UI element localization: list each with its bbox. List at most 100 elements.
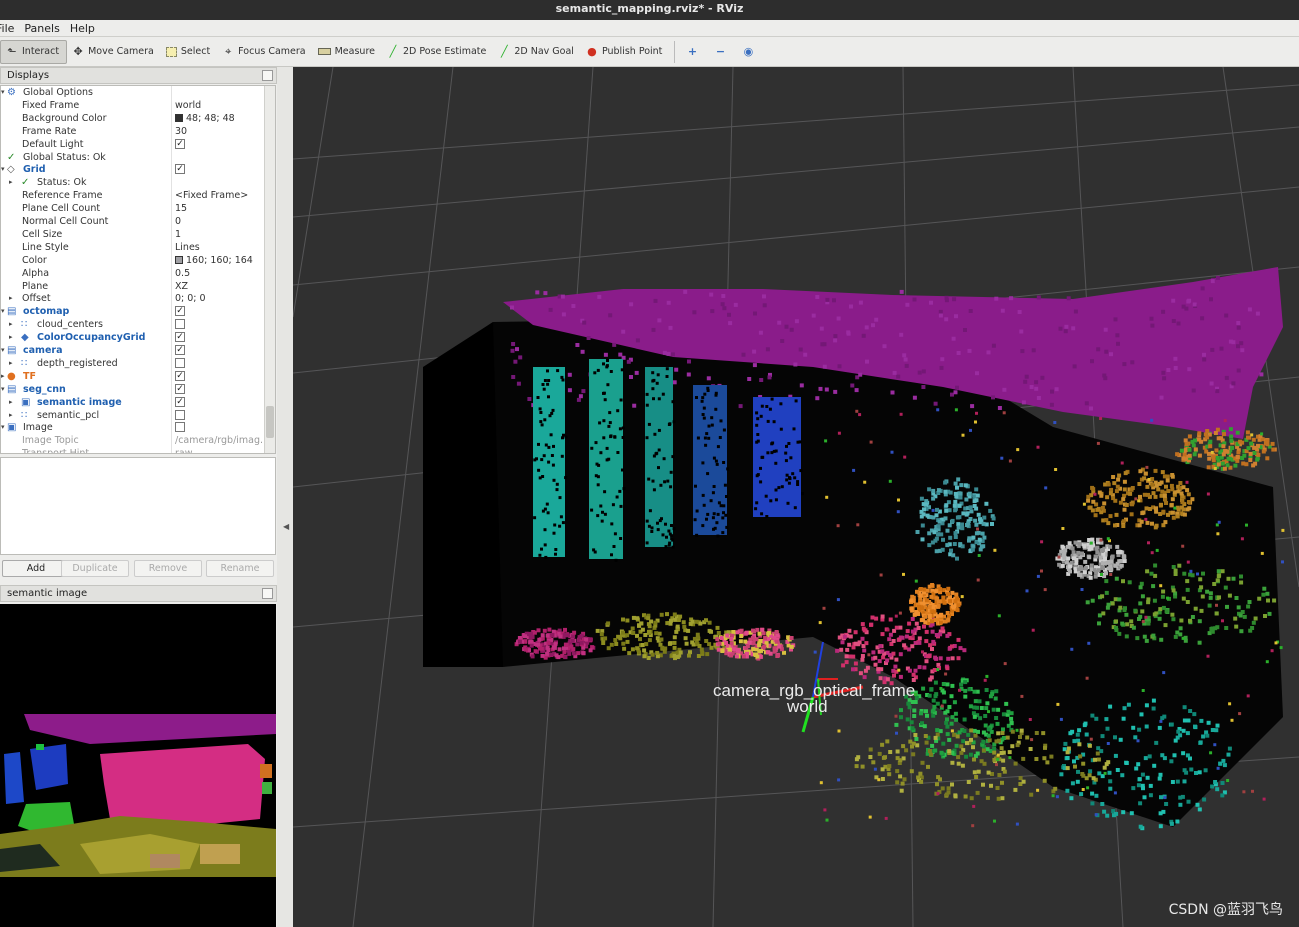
- collapsed-arrow-icon[interactable]: ▸: [9, 396, 13, 409]
- display-enable-checkbox[interactable]: ✓: [175, 164, 185, 175]
- display-row-value[interactable]: world: [175, 99, 270, 112]
- display-enable-checkbox[interactable]: [175, 319, 185, 330]
- expanded-arrow-icon[interactable]: ▾: [1, 163, 5, 176]
- display-row[interactable]: ▸ ∷ cloud_centers: [1, 318, 265, 331]
- semantic-voxel: [707, 620, 712, 625]
- expanded-arrow-icon[interactable]: ▾: [1, 86, 5, 99]
- display-row[interactable]: ✓ Global Status: Ok: [1, 151, 265, 164]
- tool-publish-point[interactable]: ● Publish Point: [581, 40, 669, 64]
- tool-measure[interactable]: Measure: [313, 40, 382, 64]
- display-enable-checkbox[interactable]: [175, 357, 185, 368]
- display-row[interactable]: Alpha 0.5: [1, 267, 265, 280]
- collapsed-arrow-icon[interactable]: ▸: [1, 370, 5, 383]
- display-row[interactable]: ▸ ▣ semantic image ✓: [1, 396, 265, 409]
- display-row[interactable]: Frame Rate 30: [1, 125, 265, 138]
- display-row[interactable]: ▾ ▤ seg_cnn ✓: [1, 383, 265, 396]
- expanded-arrow-icon[interactable]: ▾: [1, 305, 5, 318]
- float-panel-button[interactable]: [262, 70, 273, 81]
- tool-move-camera[interactable]: ✥ Move Camera: [67, 40, 161, 64]
- display-row[interactable]: Plane XZ: [1, 280, 265, 293]
- display-row[interactable]: ▸ ◆ ColorOccupancyGrid ✓: [1, 331, 265, 344]
- collapsed-arrow-icon[interactable]: ▸: [9, 357, 13, 370]
- duplicate-button[interactable]: Duplicate: [61, 560, 129, 577]
- menu-file[interactable]: File: [0, 22, 14, 35]
- display-row[interactable]: Fixed Frame world: [1, 99, 265, 112]
- display-enable-checkbox[interactable]: ✓: [175, 138, 185, 149]
- expanded-arrow-icon[interactable]: ▾: [1, 421, 5, 434]
- display-row-value[interactable]: 0: [175, 215, 270, 228]
- expanded-arrow-icon[interactable]: ▾: [1, 344, 5, 357]
- display-row-value[interactable]: raw: [175, 447, 270, 453]
- color-swatch[interactable]: [175, 255, 183, 264]
- display-row[interactable]: ▸ ∷ depth_registered: [1, 357, 265, 370]
- remove-tool-button[interactable]: −: [708, 40, 736, 64]
- display-row[interactable]: Default Light ✓: [1, 138, 265, 151]
- display-row[interactable]: ▸ Offset 0; 0; 0: [1, 292, 265, 305]
- display-row-value[interactable]: 15: [175, 202, 270, 215]
- add-button[interactable]: Add: [2, 560, 70, 577]
- display-row-value[interactable]: Lines: [175, 241, 270, 254]
- display-row[interactable]: Plane Cell Count 15: [1, 202, 265, 215]
- display-row-value[interactable]: /camera/rgb/imag...: [175, 434, 270, 447]
- display-row[interactable]: ▸ ● TF ✓: [1, 370, 265, 383]
- display-enable-checkbox[interactable]: ✓: [175, 383, 185, 394]
- display-row[interactable]: Cell Size 1: [1, 228, 265, 241]
- collapsed-arrow-icon[interactable]: ▸: [9, 292, 13, 305]
- display-row[interactable]: Color 160; 160; 164: [1, 254, 265, 267]
- color-swatch[interactable]: [175, 113, 183, 122]
- collapsed-arrow-icon[interactable]: ▸: [9, 331, 13, 344]
- display-enable-checkbox[interactable]: ✓: [175, 332, 185, 343]
- display-row[interactable]: Background Color 48; 48; 48: [1, 112, 265, 125]
- collapse-arrow-icon[interactable]: ◀: [283, 522, 289, 531]
- collapsed-arrow-icon[interactable]: ▸: [9, 176, 13, 189]
- panels-view-button[interactable]: ◉: [736, 40, 764, 64]
- display-row[interactable]: ▾ ▣ Image: [1, 421, 265, 434]
- float-panel-button[interactable]: [262, 588, 273, 599]
- display-row[interactable]: ▸ ∷ semantic_pcl: [1, 409, 265, 422]
- menu-help[interactable]: Help: [70, 22, 95, 35]
- displays-tree[interactable]: ▾ ⚙ Global Options Fixed Frame world Backgrou…: [0, 85, 276, 454]
- display-row-value[interactable]: 48; 48; 48: [175, 112, 270, 125]
- rviz-render-scene[interactable]: [293, 67, 1299, 927]
- 3d-viewport[interactable]: camera_rgb_optical_frame world CSDN @蓝羽飞…: [293, 67, 1299, 927]
- display-enable-checkbox[interactable]: ✓: [175, 345, 185, 355]
- tool-select[interactable]: Select: [161, 40, 217, 64]
- display-enable-checkbox[interactable]: [175, 422, 185, 433]
- expanded-arrow-icon[interactable]: ▾: [1, 383, 5, 396]
- display-row[interactable]: ▾ ▤ camera ✓: [1, 344, 265, 357]
- add-tool-button[interactable]: +: [680, 40, 708, 64]
- display-enable-checkbox[interactable]: ✓: [175, 370, 185, 381]
- display-row[interactable]: Image Topic/camera/rgb/imag...: [1, 434, 269, 447]
- display-row[interactable]: Normal Cell Count 0: [1, 215, 265, 228]
- display-enable-checkbox[interactable]: [175, 409, 185, 420]
- tool-interact[interactable]: ⬑ Interact: [0, 39, 68, 64]
- displays-scrollbar[interactable]: [264, 86, 275, 453]
- display-row-value[interactable]: 160; 160; 164: [175, 254, 270, 267]
- display-row[interactable]: ▾ ⚙ Global Options: [1, 86, 265, 99]
- collapsed-arrow-icon[interactable]: ▸: [9, 318, 13, 331]
- display-row[interactable]: Transport Hint raw: [1, 447, 265, 453]
- display-row-value[interactable]: XZ: [175, 280, 270, 293]
- rename-button[interactable]: Rename: [206, 560, 274, 577]
- display-enable-checkbox[interactable]: ✓: [175, 396, 185, 407]
- voxel-gap: [554, 552, 557, 556]
- tool-2d-nav-goal[interactable]: ╱ 2D Nav Goal: [493, 40, 581, 64]
- display-enable-checkbox[interactable]: ✓: [175, 306, 185, 317]
- tool-focus-camera[interactable]: ⌖ Focus Camera: [217, 40, 312, 64]
- display-row-value[interactable]: <Fixed Frame>: [175, 189, 270, 202]
- display-row[interactable]: Line Style Lines: [1, 241, 265, 254]
- menu-panels[interactable]: Panels: [24, 22, 59, 35]
- tool-2d-pose-estimate[interactable]: ╱ 2D Pose Estimate: [382, 40, 493, 64]
- display-row[interactable]: ▸ ✓ Status: Ok: [1, 176, 265, 189]
- collapsed-arrow-icon[interactable]: ▸: [9, 409, 13, 422]
- remove-button[interactable]: Remove: [134, 560, 202, 577]
- display-row[interactable]: Reference Frame <Fixed Frame>: [1, 189, 265, 202]
- display-row[interactable]: ▾ ▤ octomap ✓: [1, 305, 265, 318]
- display-row-value[interactable]: 1: [175, 228, 270, 241]
- scrollbar-thumb[interactable]: [266, 406, 274, 438]
- dock-splitter[interactable]: ◀: [277, 67, 293, 927]
- display-row[interactable]: ▾ ◇ Grid ✓: [1, 163, 265, 176]
- display-row-value[interactable]: 30: [175, 125, 270, 138]
- display-row-value[interactable]: 0; 0; 0: [175, 292, 270, 305]
- display-row-value[interactable]: 0.5: [175, 267, 270, 280]
